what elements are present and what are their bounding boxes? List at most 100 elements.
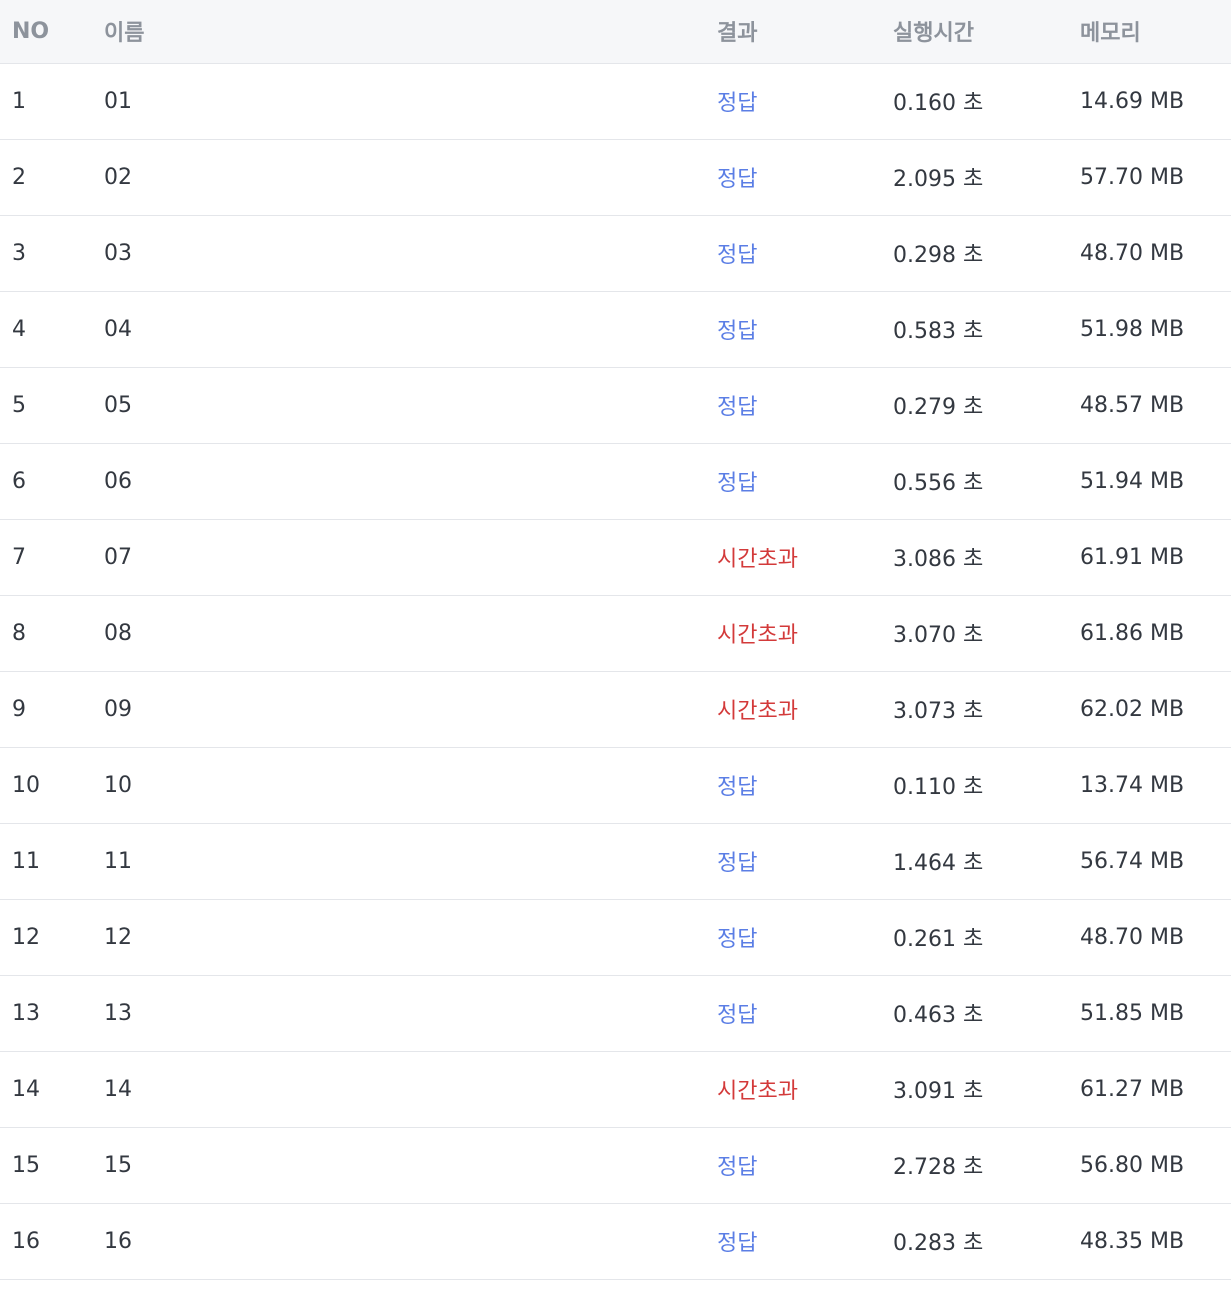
table-header: NO 이름 결과 실행시간 메모리 xyxy=(0,0,1231,64)
cell-time: 0.160 초 xyxy=(881,63,1068,140)
cell-no: 16 xyxy=(0,1203,92,1280)
cell-time: 0.261 초 xyxy=(881,899,1068,976)
table-row: 10 10 정답 0.110 초 13.74 MB xyxy=(0,747,1231,824)
table-row: 4 04 정답 0.583 초 51.98 MB xyxy=(0,291,1231,368)
cell-time: 1.464 초 xyxy=(881,823,1068,900)
table-row: 12 12 정답 0.261 초 48.70 MB xyxy=(0,899,1231,976)
table-row: 8 08 시간초과 3.070 초 61.86 MB xyxy=(0,595,1231,672)
cell-memory: 48.35 MB xyxy=(1068,1203,1231,1280)
cell-no: 3 xyxy=(0,215,92,292)
table-row: 14 14 시간초과 3.091 초 61.27 MB xyxy=(0,1051,1231,1128)
cell-no: 4 xyxy=(0,291,92,368)
cell-memory: 48.57 MB xyxy=(1068,367,1231,444)
cell-time: 3.086 초 xyxy=(881,519,1068,596)
cell-name: 13 xyxy=(92,975,705,1052)
cell-no: 8 xyxy=(0,595,92,672)
cell-result: 정답 xyxy=(705,443,881,520)
table-row: 3 03 정답 0.298 초 48.70 MB xyxy=(0,215,1231,292)
header-name: 이름 xyxy=(92,0,705,64)
cell-memory: 51.85 MB xyxy=(1068,975,1231,1052)
cell-name: 16 xyxy=(92,1203,705,1280)
table-row: 2 02 정답 2.095 초 57.70 MB xyxy=(0,139,1231,216)
cell-memory: 61.86 MB xyxy=(1068,595,1231,672)
cell-name: 02 xyxy=(92,139,705,216)
cell-result: 정답 xyxy=(705,1127,881,1204)
cell-name: 04 xyxy=(92,291,705,368)
cell-memory: 62.02 MB xyxy=(1068,671,1231,748)
cell-time: 0.556 초 xyxy=(881,443,1068,520)
cell-no: 11 xyxy=(0,823,92,900)
cell-time: 0.283 초 xyxy=(881,1203,1068,1280)
cell-memory: 56.74 MB xyxy=(1068,823,1231,900)
cell-time: 0.279 초 xyxy=(881,367,1068,444)
cell-no: 15 xyxy=(0,1127,92,1204)
cell-memory: 57.70 MB xyxy=(1068,139,1231,216)
cell-result: 시간초과 xyxy=(705,595,881,672)
cell-name: 15 xyxy=(92,1127,705,1204)
cell-result: 정답 xyxy=(705,215,881,292)
header-result: 결과 xyxy=(705,0,881,64)
cell-no: 5 xyxy=(0,367,92,444)
cell-name: 14 xyxy=(92,1051,705,1128)
cell-time: 2.728 초 xyxy=(881,1127,1068,1204)
cell-no: 7 xyxy=(0,519,92,596)
cell-memory: 61.91 MB xyxy=(1068,519,1231,596)
cell-memory: 61.27 MB xyxy=(1068,1051,1231,1128)
table-body: 1 01 정답 0.160 초 14.69 MB 2 02 정답 2.095 초 57.70 MB… xyxy=(0,63,1231,1280)
table-row: 5 05 정답 0.279 초 48.57 MB xyxy=(0,367,1231,444)
cell-time: 3.073 초 xyxy=(881,671,1068,748)
cell-name: 08 xyxy=(92,595,705,672)
table-row: 11 11 정답 1.464 초 56.74 MB xyxy=(0,823,1231,900)
cell-result: 정답 xyxy=(705,747,881,824)
cell-result: 정답 xyxy=(705,1203,881,1280)
cell-no: 9 xyxy=(0,671,92,748)
cell-name: 05 xyxy=(92,367,705,444)
cell-name: 11 xyxy=(92,823,705,900)
table-row: 16 16 정답 0.283 초 48.35 MB xyxy=(0,1203,1231,1280)
cell-no: 2 xyxy=(0,139,92,216)
cell-result: 정답 xyxy=(705,899,881,976)
cell-time: 0.298 초 xyxy=(881,215,1068,292)
table-row: 1 01 정답 0.160 초 14.69 MB xyxy=(0,63,1231,140)
cell-name: 03 xyxy=(92,215,705,292)
cell-memory: 48.70 MB xyxy=(1068,899,1231,976)
cell-time: 0.463 초 xyxy=(881,975,1068,1052)
cell-time: 3.091 초 xyxy=(881,1051,1068,1128)
cell-name: 12 xyxy=(92,899,705,976)
table-row: 7 07 시간초과 3.086 초 61.91 MB xyxy=(0,519,1231,596)
cell-memory: 14.69 MB xyxy=(1068,63,1231,140)
cell-memory: 51.94 MB xyxy=(1068,443,1231,520)
cell-memory: 56.80 MB xyxy=(1068,1127,1231,1204)
header-time: 실행시간 xyxy=(881,0,1068,64)
cell-time: 0.110 초 xyxy=(881,747,1068,824)
cell-result: 시간초과 xyxy=(705,519,881,596)
table-row: 9 09 시간초과 3.073 초 62.02 MB xyxy=(0,671,1231,748)
table-row: 6 06 정답 0.556 초 51.94 MB xyxy=(0,443,1231,520)
cell-memory: 51.98 MB xyxy=(1068,291,1231,368)
cell-result: 정답 xyxy=(705,367,881,444)
cell-no: 14 xyxy=(0,1051,92,1128)
cell-result: 정답 xyxy=(705,975,881,1052)
test-results-table: NO 이름 결과 실행시간 메모리 1 01 정답 0.160 초 14.69 MB 2 0… xyxy=(0,0,1231,1280)
cell-result: 시간초과 xyxy=(705,1051,881,1128)
header-memory: 메모리 xyxy=(1068,0,1231,64)
cell-name: 01 xyxy=(92,63,705,140)
cell-result: 정답 xyxy=(705,63,881,140)
header-no: NO xyxy=(0,0,92,64)
cell-name: 07 xyxy=(92,519,705,596)
cell-time: 2.095 초 xyxy=(881,139,1068,216)
cell-time: 0.583 초 xyxy=(881,291,1068,368)
cell-result: 정답 xyxy=(705,823,881,900)
cell-result: 정답 xyxy=(705,139,881,216)
cell-no: 6 xyxy=(0,443,92,520)
cell-no: 1 xyxy=(0,63,92,140)
cell-name: 06 xyxy=(92,443,705,520)
cell-no: 13 xyxy=(0,975,92,1052)
cell-name: 10 xyxy=(92,747,705,824)
cell-time: 3.070 초 xyxy=(881,595,1068,672)
cell-memory: 13.74 MB xyxy=(1068,747,1231,824)
cell-result: 시간초과 xyxy=(705,671,881,748)
cell-no: 12 xyxy=(0,899,92,976)
cell-name: 09 xyxy=(92,671,705,748)
cell-result: 정답 xyxy=(705,291,881,368)
